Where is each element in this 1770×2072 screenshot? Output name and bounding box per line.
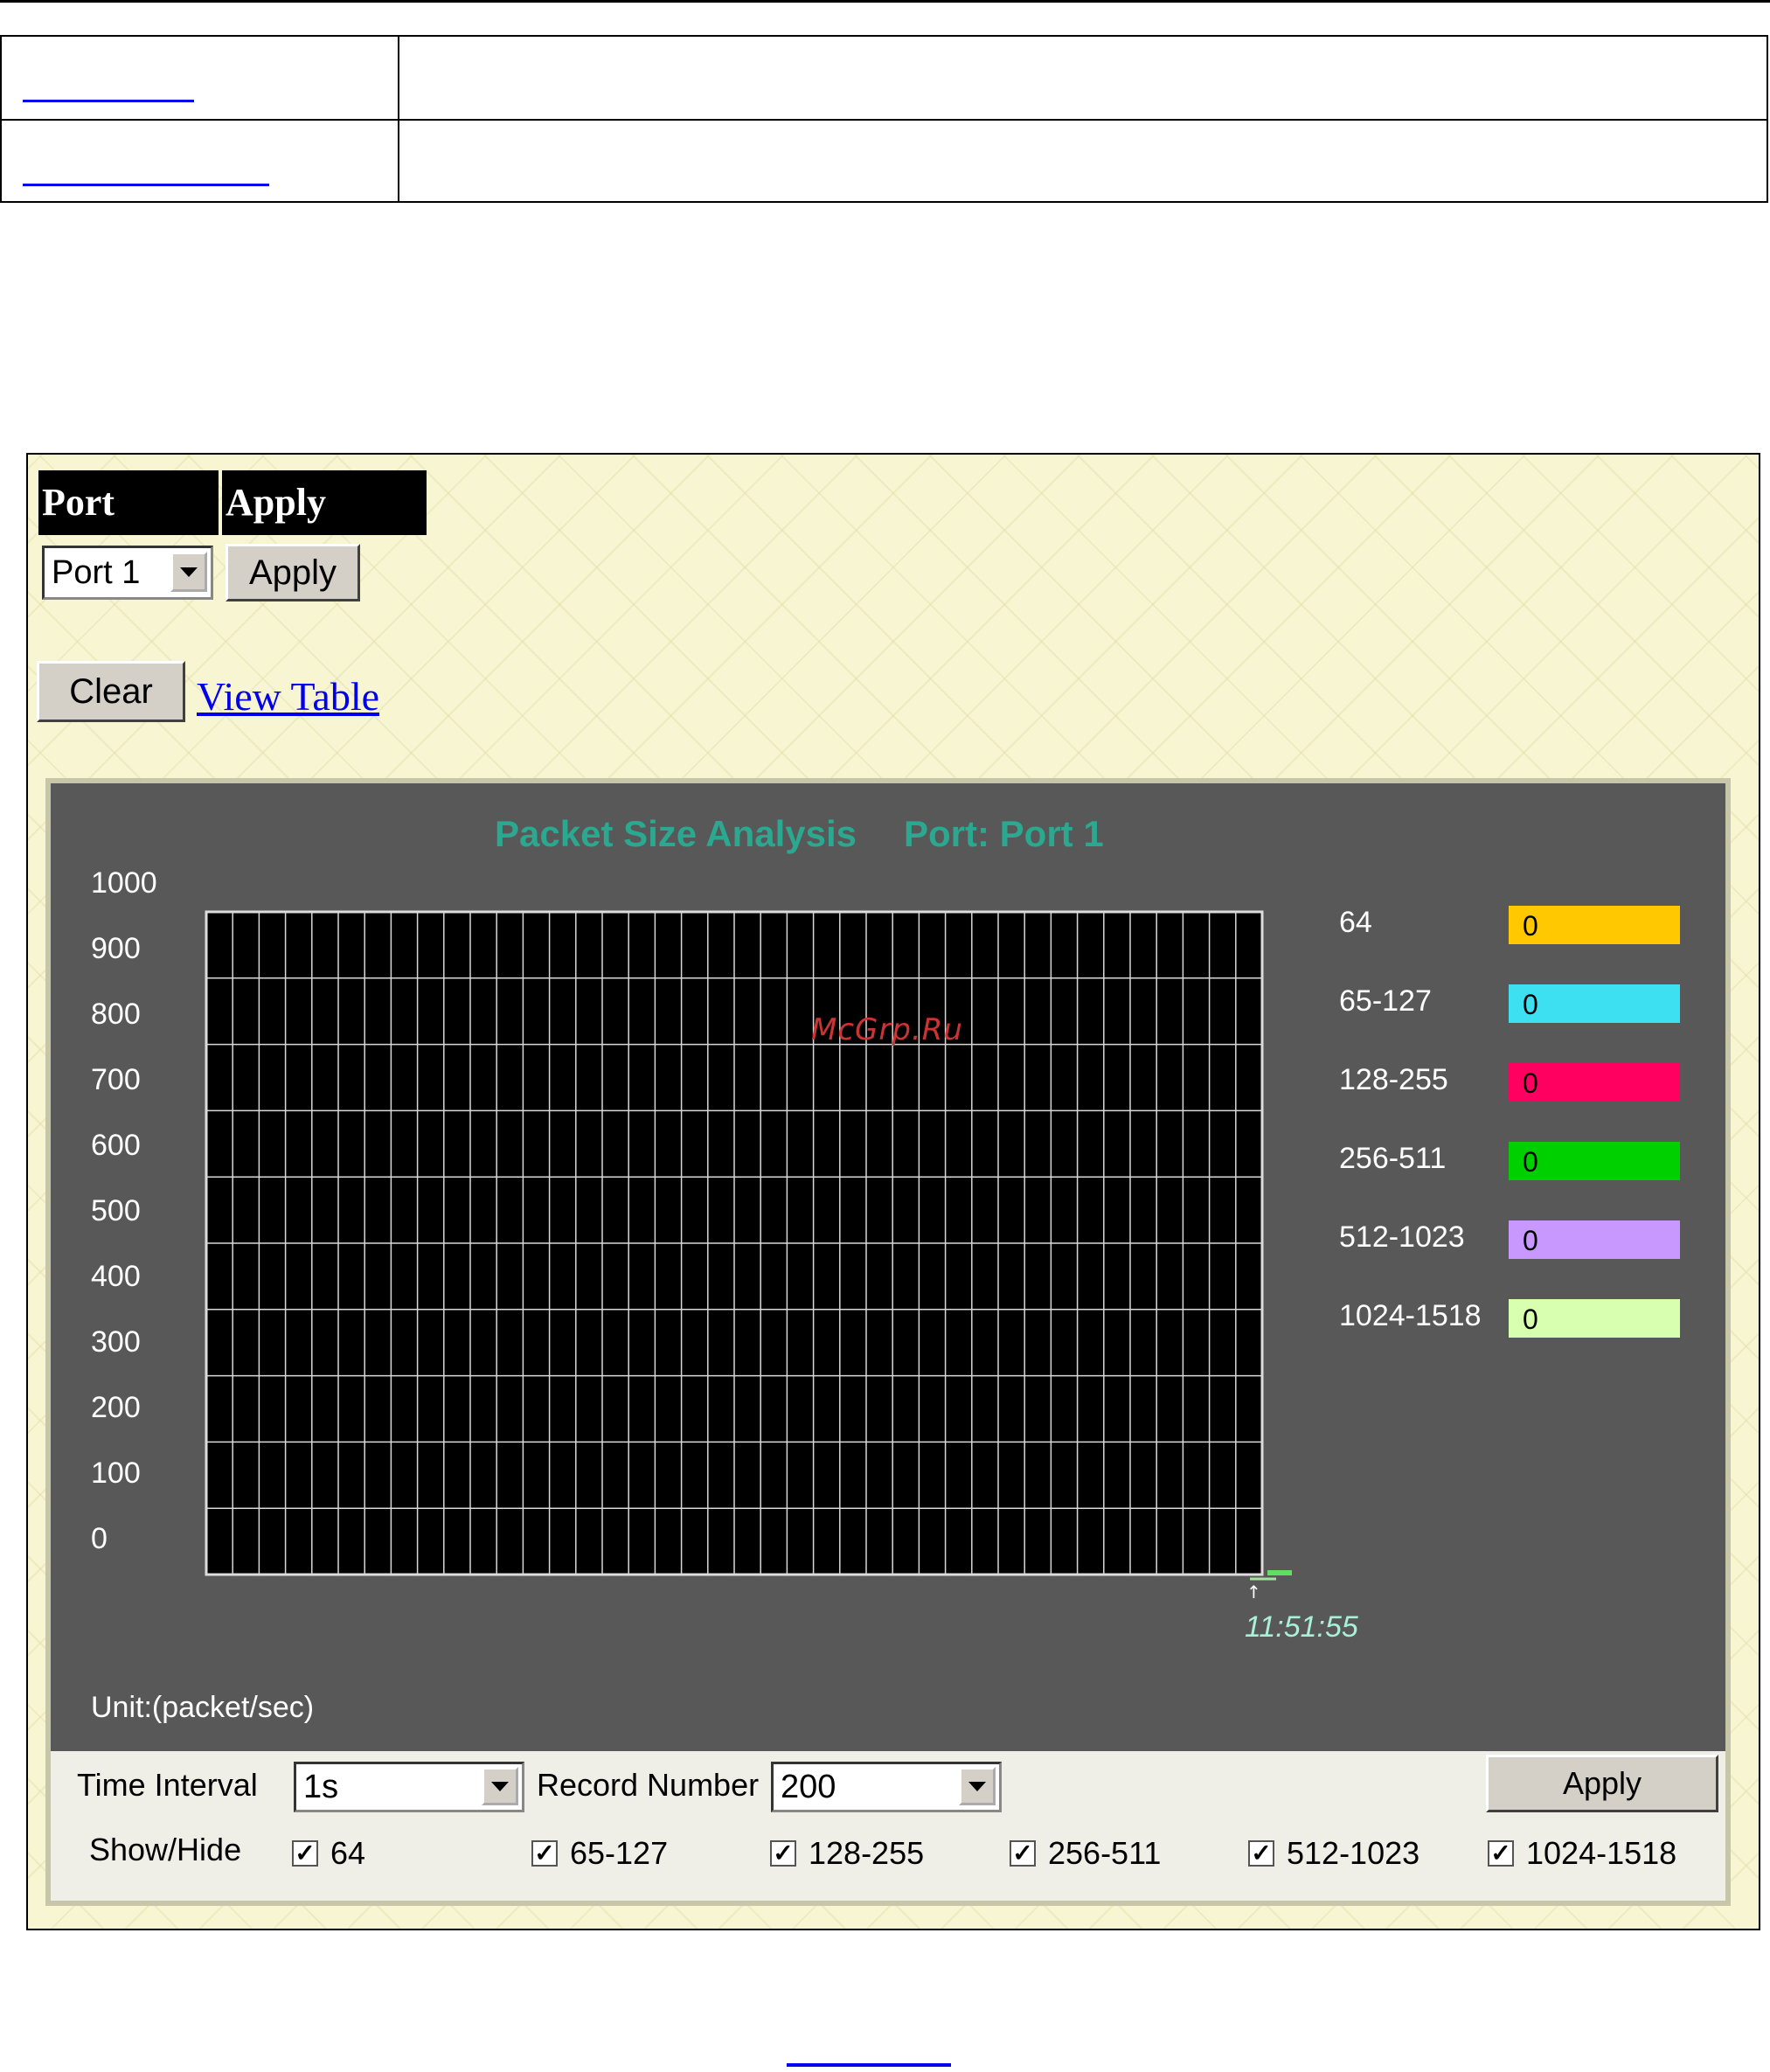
y-tick-label: 500 [91, 1194, 141, 1227]
checkbox-label: 65-127 [570, 1835, 669, 1871]
checkbox-label: 512-1023 [1287, 1835, 1420, 1871]
doc-link-2[interactable] [23, 184, 269, 186]
legend-label: 64 [1339, 906, 1372, 939]
packet-size-chart: Packet Size Analysis Port: Port 1 100090… [91, 813, 1680, 1724]
checkbox-label: 1024-1518 [1526, 1835, 1677, 1871]
grid [206, 912, 1262, 1575]
time-interval-select[interactable]: 1s [294, 1762, 524, 1812]
show-hide-label: Show/Hide [89, 1832, 242, 1867]
doc-row [2, 121, 1767, 203]
packet-size-panel: Port Apply Port 1 Apply Clear View Table… [26, 453, 1760, 1930]
legend: 64 0 65-127 0 128-255 0 256-511 0 512-1023 0 1024-… [1339, 906, 1680, 1338]
y-tick-label: 700 [91, 1063, 141, 1096]
y-tick-label: 400 [91, 1260, 141, 1293]
y-tick-label: 300 [91, 1325, 141, 1359]
bottom-link[interactable] [787, 2063, 951, 2067]
apply-header: Apply [222, 470, 427, 535]
show-hide-checkbox[interactable]: ✓ 256-511 [1010, 1835, 1161, 1872]
checkmark-icon[interactable]: ✓ [770, 1840, 796, 1867]
legend-label: 1024-1518 [1339, 1299, 1482, 1332]
port-select-value: Port 1 [52, 554, 141, 591]
x-tick-label: 11:51:55 [1245, 1610, 1358, 1644]
show-hide-checkbox[interactable]: ✓ 1024-1518 [1488, 1835, 1676, 1872]
record-number-select[interactable]: 200 [771, 1762, 1002, 1812]
chart-frame: Packet Size Analysis Port: Port 1 1000 90… [45, 778, 1731, 1906]
port-select[interactable]: Port 1 [42, 546, 213, 600]
y-tick-label: 900 [91, 932, 141, 965]
show-hide-checkbox[interactable]: ✓ 512-1023 [1248, 1835, 1419, 1872]
port-header: Port [38, 470, 219, 535]
clear-button[interactable]: Clear [37, 661, 185, 722]
y-tick-label: 600 [91, 1129, 141, 1162]
chart-subtitle: Port: Port 1 [904, 813, 1104, 854]
time-interval-label: Time Interval [77, 1767, 258, 1803]
chart-title: Packet Size Analysis [495, 813, 857, 854]
doc-table [0, 35, 1768, 203]
doc-row [2, 37, 1767, 121]
top-rule [0, 0, 1770, 3]
checkbox-label: 128-255 [809, 1835, 925, 1871]
y-tick-label: 200 [91, 1391, 141, 1424]
legend-label: 512-1023 [1339, 1220, 1465, 1254]
checkmark-icon[interactable]: ✓ [1488, 1840, 1514, 1867]
record-number-value: 200 [781, 1769, 836, 1805]
y-tick-label: 100 [91, 1457, 141, 1490]
time-interval-value: 1s [303, 1769, 339, 1805]
chevron-down-icon[interactable] [170, 552, 207, 592]
legend-value: 0 [1523, 1067, 1538, 1099]
checkbox-label: 64 [330, 1835, 366, 1871]
chart-area: Packet Size Analysis Port: Port 1 1000 90… [51, 783, 1725, 1751]
legend-label: 128-255 [1339, 1063, 1448, 1096]
doc-link-1[interactable] [23, 100, 194, 102]
show-hide-checkbox[interactable]: ✓ 65-127 [531, 1835, 668, 1872]
show-hide-checkbox[interactable]: ✓ 64 [292, 1835, 365, 1872]
legend-value: 0 [1523, 910, 1538, 942]
y-axis: 10009008007006005004003002001000 [91, 866, 157, 1555]
checkmark-icon[interactable]: ✓ [1248, 1840, 1274, 1867]
checkmark-icon[interactable]: ✓ [531, 1840, 558, 1867]
chevron-down-icon[interactable] [482, 1767, 518, 1805]
y-tick-label: 1000 [91, 866, 157, 900]
chevron-down-icon[interactable] [959, 1767, 996, 1805]
legend-label: 65-127 [1339, 984, 1432, 1018]
legend-value: 0 [1523, 1304, 1538, 1335]
legend-value: 0 [1523, 989, 1538, 1020]
legend-label: 256-511 [1339, 1142, 1446, 1175]
show-hide-checkbox[interactable]: ✓ 128-255 [770, 1835, 924, 1872]
y-tick-label: 0 [91, 1522, 108, 1555]
checkbox-label: 256-511 [1048, 1835, 1162, 1871]
watermark: McGrp.Ru [811, 1012, 963, 1047]
record-number-label: Record Number [537, 1767, 760, 1803]
apply-settings-button[interactable]: Apply [1486, 1755, 1718, 1812]
up-arrow-icon: ↑ [1246, 1582, 1261, 1603]
apply-port-button[interactable]: Apply [226, 544, 360, 601]
chart-controls: Time Interval 1s Record Number 200 Apply… [51, 1751, 1725, 1901]
time-marker: ↑ 11:51:55 [1245, 1570, 1358, 1644]
view-table-link[interactable]: View Table [197, 673, 379, 720]
legend-value: 0 [1523, 1146, 1538, 1178]
checkmark-icon[interactable]: ✓ [1010, 1840, 1036, 1867]
legend-value: 0 [1523, 1225, 1538, 1256]
y-tick-label: 800 [91, 998, 141, 1031]
checkmark-icon[interactable]: ✓ [292, 1840, 318, 1867]
unit-label: Unit:(packet/sec) [91, 1691, 314, 1724]
